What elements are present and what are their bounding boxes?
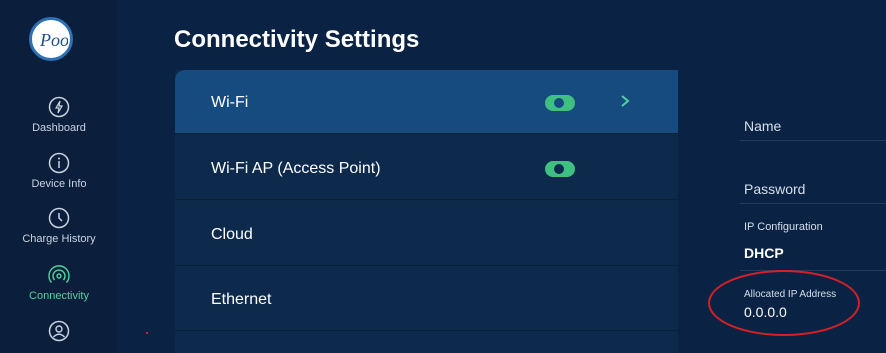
connection-row-wifi[interactable]: Wi-Fi [175, 70, 678, 134]
toggle-knob [554, 164, 564, 174]
app-logo: Poo [29, 17, 73, 61]
connection-row-wifi-ap[interactable]: Wi-Fi AP (Access Point) [175, 136, 678, 200]
chevron-right-icon[interactable] [618, 90, 632, 112]
ip-config-label: IP Configuration [744, 221, 823, 233]
sidebar-item-label: Dashboard [32, 122, 86, 134]
info-icon [48, 152, 70, 174]
bolt-icon [48, 96, 70, 118]
connection-label: Wi-Fi [211, 94, 249, 111]
ip-config-value: DHCP [744, 245, 784, 261]
wifi-ap-toggle[interactable] [545, 161, 575, 177]
divider [740, 203, 886, 204]
clock-icon [48, 207, 70, 229]
connection-label: Wi-Fi AP (Access Point) [211, 160, 381, 177]
sidebar-item-charge-history[interactable]: Charge History [0, 207, 118, 245]
sidebar-item-device-info[interactable]: Device Info [0, 152, 118, 190]
sidebar-item-dashboard[interactable]: Dashboard [0, 96, 118, 134]
signal-icon [48, 265, 70, 283]
sidebar-item-label: Connectivity [29, 290, 89, 302]
sidebar-item-connectivity[interactable]: Connectivity [0, 264, 118, 302]
sidebar-item-label: Device Info [31, 178, 87, 190]
user-icon [48, 320, 70, 342]
sidebar: Poo Dashboard Device Info Charge History [0, 0, 118, 353]
page-title: Connectivity Settings [174, 26, 420, 53]
highlight-ellipse [708, 270, 860, 336]
connection-label: Ethernet [211, 291, 272, 308]
connection-row-ethernet[interactable]: Ethernet [175, 267, 678, 331]
logo-icon: Poo [39, 30, 68, 50]
sidebar-item-label: Charge History [22, 233, 96, 245]
wifi-toggle[interactable] [545, 95, 575, 111]
marker-dot [146, 332, 148, 334]
name-label: Name [744, 118, 782, 134]
connection-label: Cloud [211, 226, 253, 243]
svg-text:Poo: Poo [39, 30, 68, 50]
connection-list: Wi-Fi Wi-Fi AP (Access Point) Cloud Ethe… [175, 70, 678, 353]
divider [740, 140, 886, 141]
password-label: Password [744, 181, 806, 197]
connection-row-cloud[interactable]: Cloud [175, 202, 678, 266]
toggle-knob [554, 98, 564, 108]
sidebar-item-user[interactable] [0, 320, 118, 346]
